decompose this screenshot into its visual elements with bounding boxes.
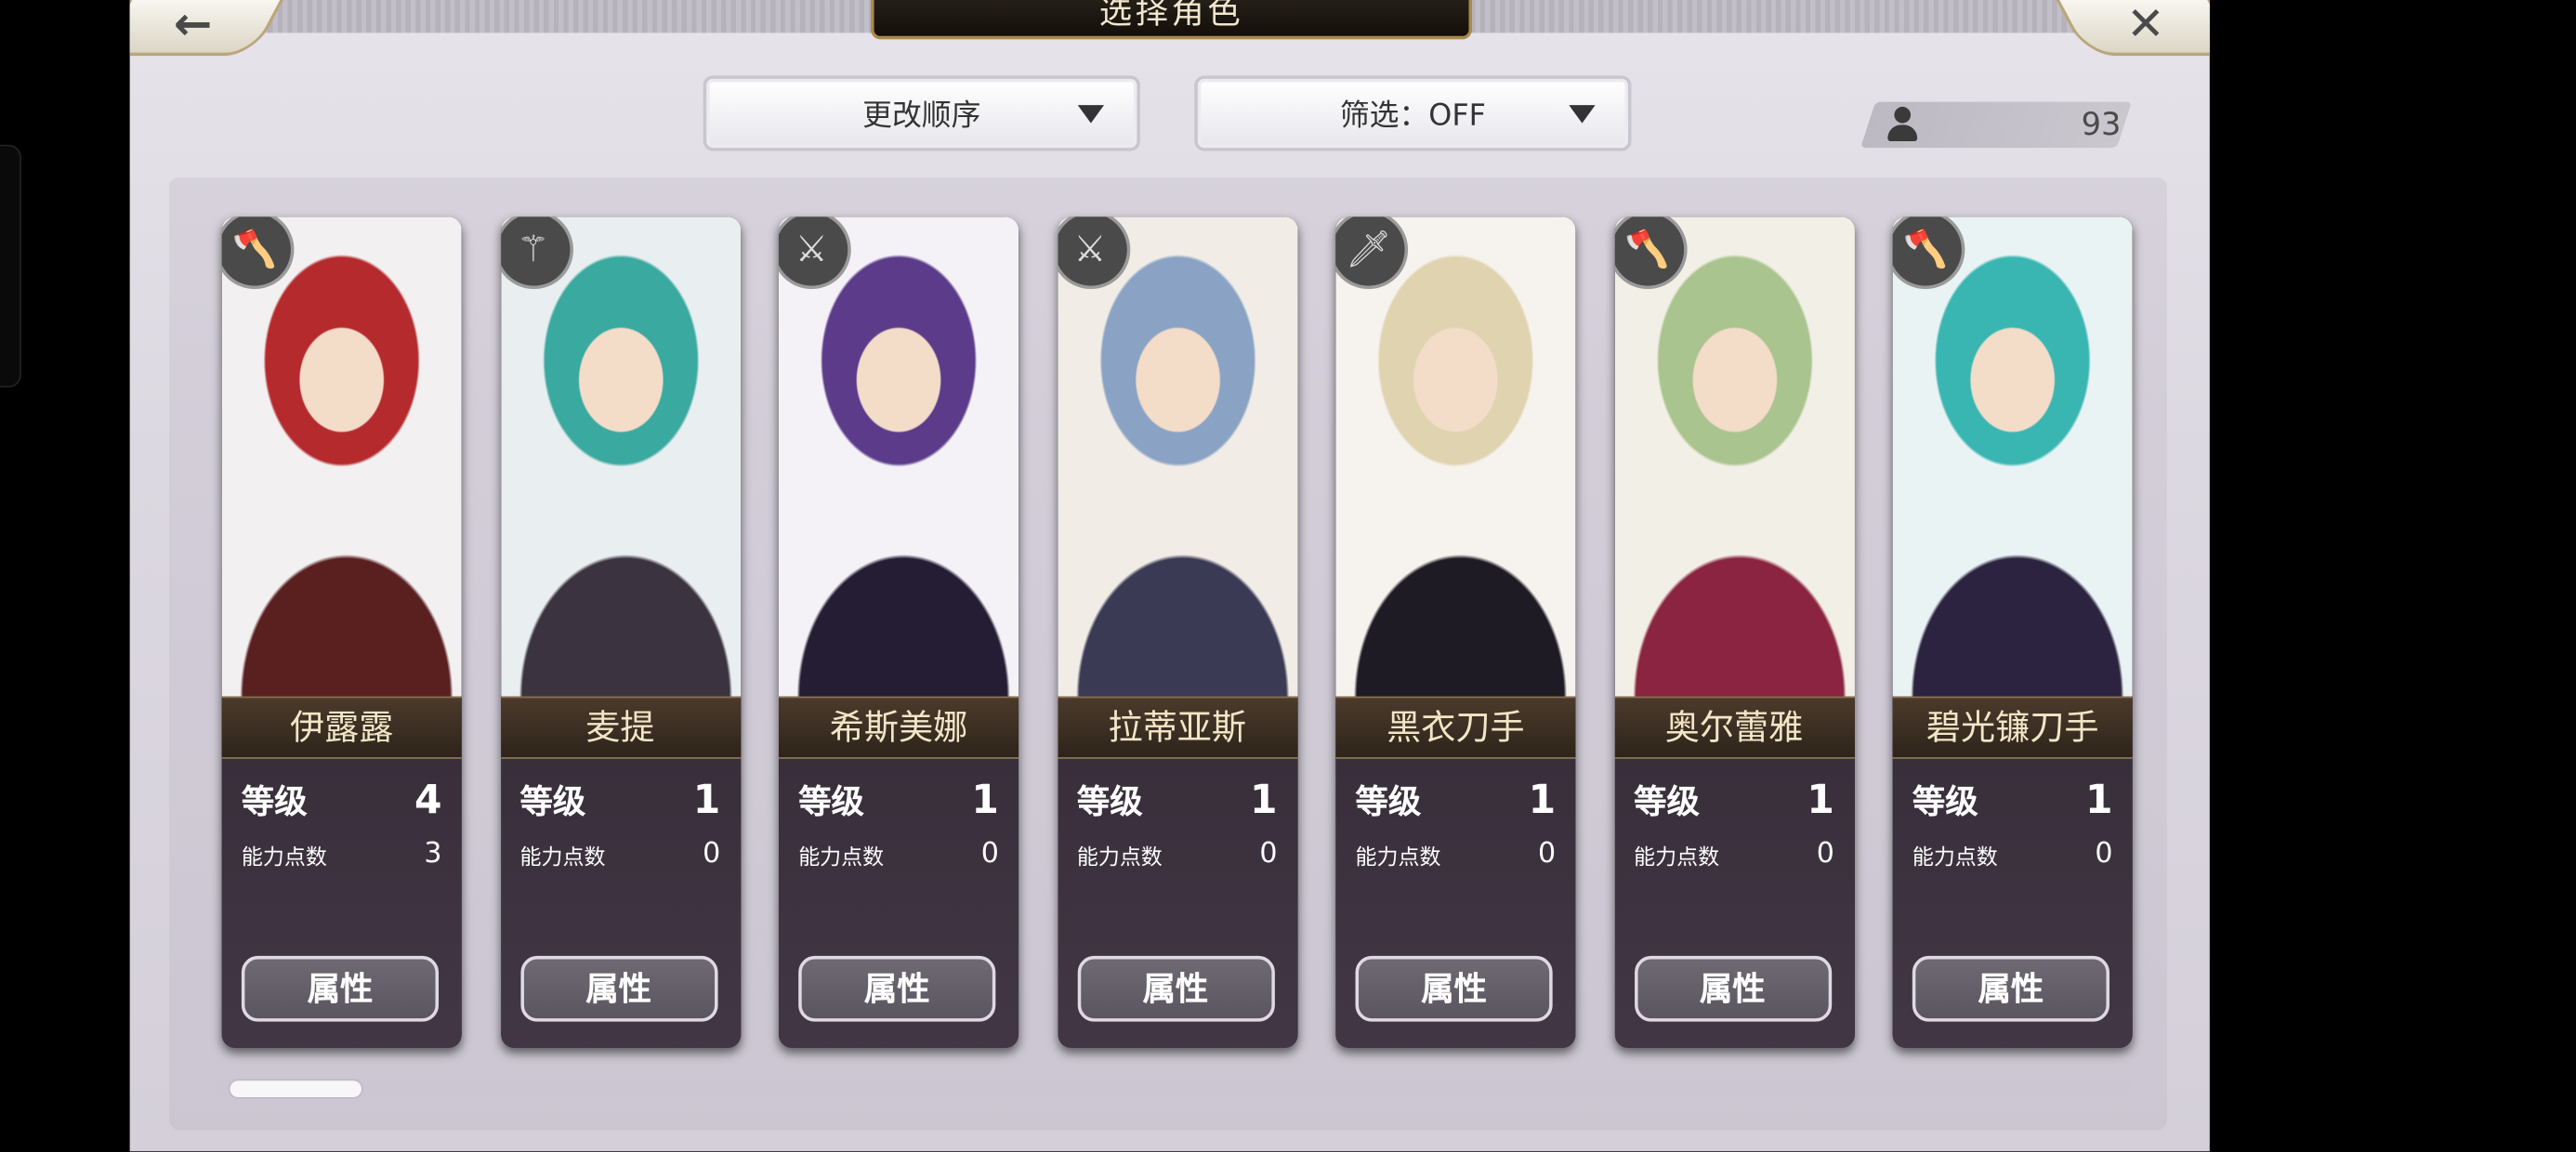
points-value: 0 — [1538, 837, 1557, 871]
points-value: 0 — [2095, 837, 2113, 871]
level-row: 等级 1 — [520, 775, 721, 822]
level-row: 等级 4 — [242, 775, 442, 822]
points-label: 能力点数 — [798, 844, 885, 871]
level-row: 等级 1 — [1356, 775, 1557, 822]
level-label: 等级 — [1076, 781, 1143, 821]
level-row: 等级 1 — [1912, 775, 2113, 822]
points-label: 能力点数 — [519, 844, 606, 871]
level-value: 1 — [971, 776, 999, 822]
character-name: 拉蒂亚斯 — [1057, 696, 1297, 759]
character-card[interactable]: ⚔ 希斯美娜 等级 1 能力点数 0 属性 — [778, 216, 1019, 1048]
points-value: 3 — [424, 837, 442, 871]
level-label: 等级 — [798, 781, 864, 821]
character-card[interactable]: 🪓 伊露露 等级 4 能力点数 3 属性 — [221, 216, 462, 1048]
points-row: 能力点数 0 — [1634, 838, 1834, 871]
filter-dropdown-label: 筛选：OFF — [1339, 98, 1486, 134]
horizontal-scrollbar[interactable] — [208, 1079, 2135, 1099]
character-name: 麦提 — [500, 696, 741, 759]
level-row: 等级 1 — [1634, 775, 1834, 822]
points-label: 能力点数 — [241, 844, 327, 871]
character-name: 黑衣刀手 — [1335, 696, 1576, 759]
points-row: 能力点数 0 — [1077, 838, 1278, 871]
level-label: 等级 — [241, 781, 308, 821]
level-value: 1 — [692, 776, 721, 822]
chevron-down-icon — [1077, 105, 1105, 124]
points-label: 能力点数 — [1634, 844, 1720, 871]
person-icon — [1887, 106, 1918, 143]
points-row: 能力点数 0 — [520, 838, 721, 871]
points-label: 能力点数 — [1355, 844, 1441, 871]
level-row: 等级 1 — [798, 775, 999, 822]
character-name: 奥尔蕾雅 — [1613, 696, 1855, 759]
attribute-button[interactable]: 属性 — [1355, 955, 1553, 1022]
attribute-button[interactable]: 属性 — [241, 955, 440, 1022]
points-row: 能力点数 0 — [1356, 838, 1557, 871]
attribute-button[interactable]: 属性 — [798, 955, 996, 1022]
level-label: 等级 — [1912, 781, 1978, 821]
level-value: 1 — [1528, 776, 1557, 822]
chevron-down-icon — [1569, 105, 1596, 124]
character-count-value: 93 — [2081, 106, 2122, 143]
level-value: 1 — [1250, 776, 1278, 822]
character-card[interactable]: 🪓 奥尔蕾雅 等级 1 能力点数 0 属性 — [1613, 216, 1855, 1048]
points-value: 0 — [1259, 837, 1278, 871]
attribute-button[interactable]: 属性 — [1634, 955, 1832, 1022]
points-value: 0 — [980, 837, 999, 871]
close-icon: ✕ — [2126, 0, 2165, 50]
level-row: 等级 1 — [1077, 775, 1278, 822]
attribute-button[interactable]: 属性 — [1076, 955, 1275, 1022]
back-button[interactable]: ← — [129, 0, 289, 57]
character-name: 伊露露 — [221, 696, 462, 759]
level-label: 等级 — [1634, 781, 1700, 821]
level-value: 4 — [414, 776, 442, 822]
scrollbar-thumb[interactable] — [228, 1079, 363, 1099]
character-count: 93 — [1887, 102, 2121, 149]
attribute-button[interactable]: 属性 — [1912, 955, 2109, 1022]
points-row: 能力点数 0 — [1912, 838, 2113, 871]
level-label: 等级 — [1355, 781, 1422, 821]
level-label: 等级 — [519, 781, 586, 821]
character-card[interactable]: 🪓 碧光镰刀手 等级 1 能力点数 0 属性 — [1892, 216, 2133, 1048]
points-row: 能力点数 3 — [242, 838, 442, 871]
page-title: 选择角色 — [870, 0, 1473, 40]
back-arrow-icon: ← — [174, 0, 214, 50]
attribute-button[interactable]: 属性 — [519, 955, 717, 1022]
points-label: 能力点数 — [1076, 844, 1163, 871]
character-card[interactable]: ⚔ 拉蒂亚斯 等级 1 能力点数 0 属性 — [1057, 216, 1297, 1048]
character-card[interactable]: ⚚ 麦提 等级 1 能力点数 0 属性 — [500, 216, 741, 1048]
character-name: 碧光镰刀手 — [1892, 696, 2133, 759]
sort-dropdown-label: 更改顺序 — [862, 98, 981, 134]
sort-dropdown[interactable]: 更改顺序 — [703, 75, 1140, 151]
level-value: 1 — [1807, 776, 1834, 822]
points-label: 能力点数 — [1912, 844, 1998, 871]
filter-dropdown[interactable]: 筛选：OFF — [1194, 75, 1632, 151]
close-button[interactable]: ✕ — [2050, 0, 2210, 57]
phone-edge — [0, 144, 21, 388]
character-name: 希斯美娜 — [778, 696, 1019, 759]
points-row: 能力点数 0 — [798, 838, 999, 871]
points-value: 0 — [703, 837, 721, 871]
character-select-panel: ← 选择角色 ✕ 更改顺序 筛选：OFF 93 🪓 伊露露 等级 4 能力点数 3 属性 ⚚ 麦… — [129, 0, 2210, 1152]
points-value: 0 — [1816, 837, 1834, 871]
level-value: 1 — [2084, 776, 2113, 822]
character-card[interactable]: 🗡 黑衣刀手 等级 1 能力点数 0 属性 — [1335, 216, 1576, 1048]
